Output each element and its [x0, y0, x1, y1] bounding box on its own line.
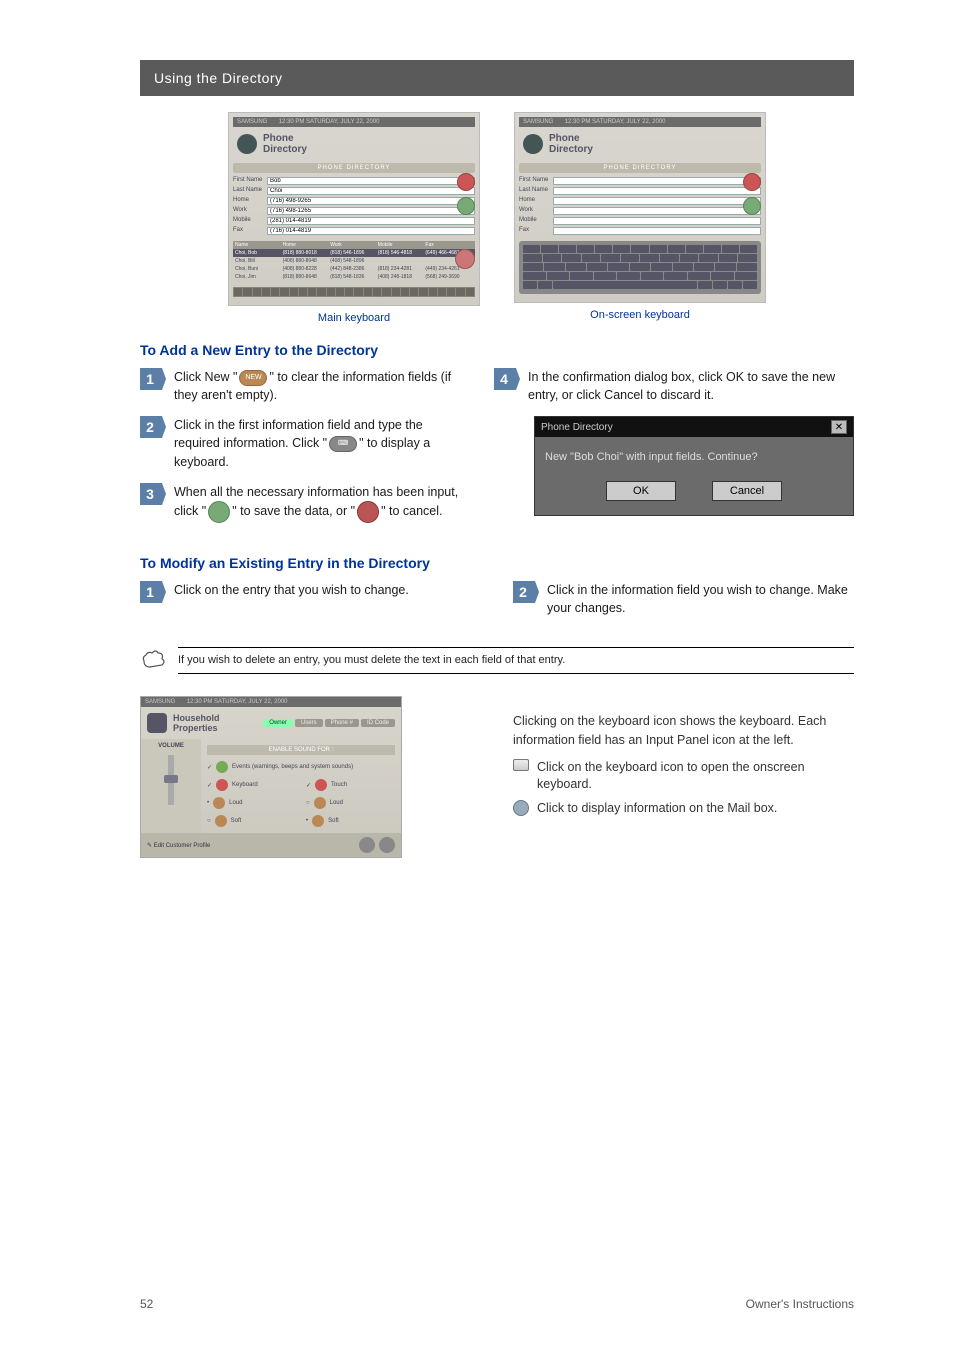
- step-4: 4 In the confirmation dialog box, click …: [494, 368, 854, 404]
- keyboard-toggle-icon: ⌨: [329, 436, 357, 452]
- mod-step-2-text: Click in the information field you wish …: [547, 581, 854, 617]
- caption-onscreen-keyboard: On-screen keyboard: [514, 309, 766, 321]
- svg-text:2: 2: [146, 419, 154, 435]
- step-2-text: Click in the first information field and…: [174, 418, 430, 468]
- note-text: If you wish to delete an entry, you must…: [178, 647, 854, 674]
- step-2: 2 Click in the first information field a…: [140, 416, 462, 470]
- step-number-1-icon: 1: [140, 368, 166, 390]
- mod-step-1: 1 Click on the entry that you wish to ch…: [140, 581, 481, 603]
- dialog-message: New "Bob Choi" with input fields. Contin…: [535, 437, 853, 471]
- svg-text:2: 2: [519, 584, 527, 600]
- footer-label: Owner's Instructions: [746, 1297, 854, 1311]
- screenshot-main-keyboard: SAMSUNG 12:30 PM SATURDAY, JULY 22, 2000…: [228, 112, 480, 324]
- svg-text:3: 3: [146, 486, 154, 502]
- section-title-modify: To Modify an Existing Entry in the Direc…: [140, 555, 854, 571]
- step-number-4-icon: 4: [494, 368, 520, 390]
- new-button-icon: NEW: [239, 370, 267, 386]
- caption-main-keyboard: Main keyboard: [228, 312, 480, 324]
- svg-text:1: 1: [146, 371, 154, 387]
- screenshot-household-properties: SAMSUNG 12:30 PM SATURDAY, JULY 22, 2000…: [140, 696, 402, 858]
- dialog-cancel-button[interactable]: Cancel: [712, 481, 782, 501]
- confirmation-dialog: Phone Directory ✕ New "Bob Choi" with in…: [534, 416, 854, 516]
- svg-text:4: 4: [500, 371, 508, 387]
- section-title-add: To Add a New Entry to the Directory: [140, 342, 854, 358]
- screenshot-row: SAMSUNG 12:30 PM SATURDAY, JULY 22, 2000…: [140, 112, 854, 324]
- step-number-3-icon: 3: [140, 483, 166, 505]
- dialog-close-icon[interactable]: ✕: [831, 420, 847, 434]
- bullet-mailbox: Click to display information on the Mail…: [513, 800, 854, 818]
- page-number: 52: [140, 1297, 153, 1311]
- step-3: 3 When all the necessary information has…: [140, 483, 462, 523]
- mod-step-1-text: Click on the entry that you wish to chan…: [174, 581, 481, 599]
- page-footer: 52 Owner's Instructions: [0, 1297, 954, 1311]
- keyboard-icon: [513, 759, 529, 771]
- bullet-keyboard: Click on the keyboard icon to open the o…: [513, 759, 854, 794]
- step-number-1b-icon: 1: [140, 581, 166, 603]
- screenshot-onscreen-keyboard: SAMSUNG 12:30 PM SATURDAY, JULY 22, 2000…: [514, 112, 766, 324]
- mod-step-2: 2 Click in the information field you wis…: [513, 581, 854, 617]
- save-icon: [208, 501, 230, 523]
- step-number-2b-icon: 2: [513, 581, 539, 603]
- dialog-ok-button[interactable]: OK: [606, 481, 676, 501]
- dialog-title: Phone Directory: [541, 422, 613, 433]
- bullet-mailbox-text: Click to display information on the Mail…: [537, 800, 777, 818]
- rightcol-intro: Clicking on the keyboard icon shows the …: [513, 712, 854, 748]
- svg-text:1: 1: [146, 584, 154, 600]
- step-number-2-icon: 2: [140, 416, 166, 438]
- step-3-text: When all the necessary information has b…: [174, 485, 458, 518]
- note-row: If you wish to delete an entry, you must…: [140, 647, 854, 674]
- step-1-text: Click New "NEW" to clear the information…: [174, 370, 451, 402]
- page-header: Using the Directory: [140, 60, 854, 96]
- mailbox-icon: [513, 800, 529, 816]
- note-hand-icon: [140, 647, 168, 674]
- step-1: 1 Click New "NEW" to clear the informati…: [140, 368, 462, 404]
- bullet-keyboard-text: Click on the keyboard icon to open the o…: [537, 759, 854, 794]
- cancel-icon: [357, 501, 379, 523]
- step-4-text: In the confirmation dialog box, click OK…: [528, 368, 854, 404]
